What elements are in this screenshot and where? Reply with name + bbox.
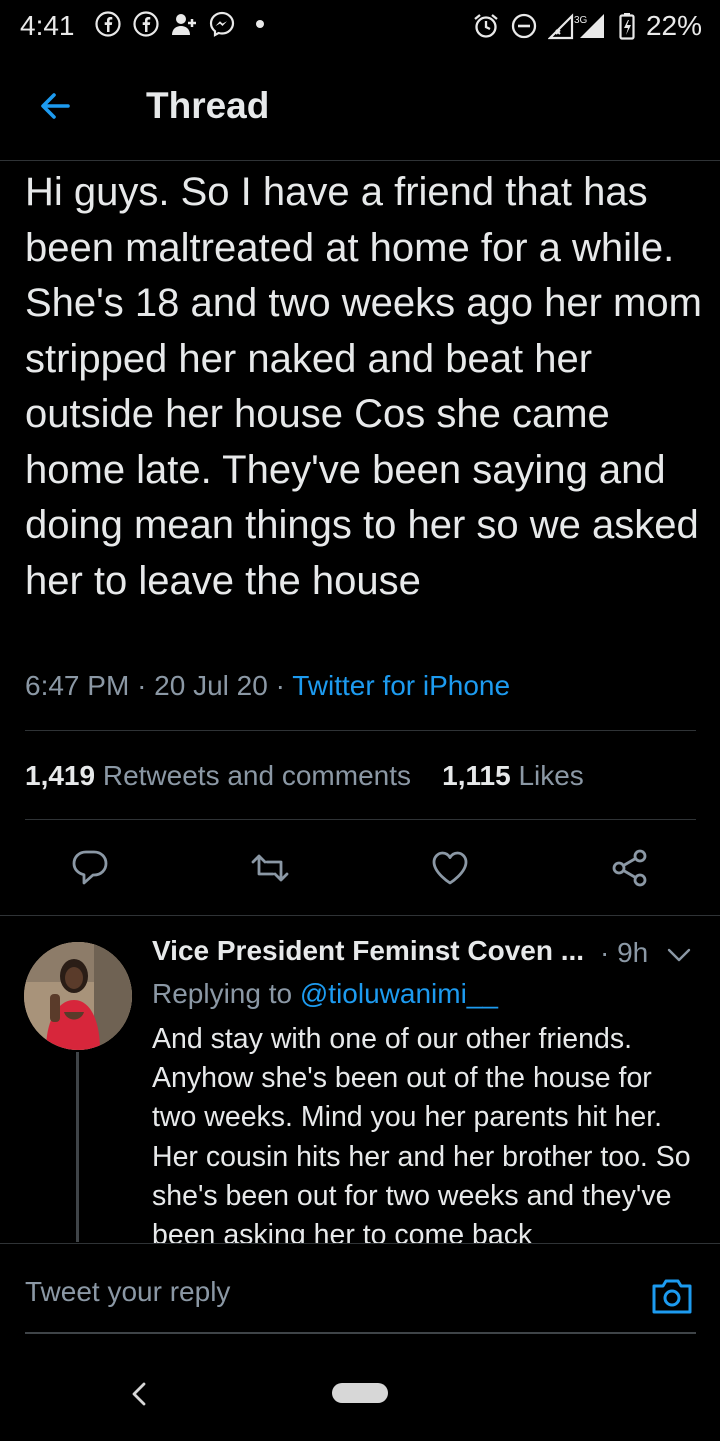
tweet-meta: 6:47 PM · 20 Jul 20 · Twitter for iPhone [25,670,510,702]
user-photo [24,942,132,1050]
tweet-reply-input[interactable] [25,1276,625,1308]
chevron-left-icon [132,1382,146,1406]
likes-count: 1,115 [442,760,511,791]
camera-icon [652,1279,692,1314]
reply-text: And stay with one of our other friends. … [152,1023,691,1243]
tweet-time: 6:47 PM [25,670,130,701]
divider [25,730,696,731]
meta-separator: · [275,670,293,701]
reply-age: 9h [617,937,649,968]
retweets-count: 1,419 [25,760,96,791]
reply-author-name[interactable]: Vice President Feminst Coven ... [152,935,584,967]
like-button[interactable] [430,848,470,888]
comment-icon [72,850,108,885]
reply-composer [0,1243,720,1441]
replying-to: Replying to @tioluwanimi__ [152,978,498,1010]
thread-connector-line [76,1052,79,1242]
tweet-text: Hi guys. So I have a friend that has bee… [25,170,702,603]
reply-button[interactable] [70,848,110,888]
replying-prefix: Replying to [152,978,293,1009]
tweet-stats: 1,419 Retweets and comments 1,115 Likes [25,760,584,792]
chevron-down-icon [667,948,691,962]
more-options-button[interactable] [666,942,692,968]
retweet-icon [251,854,289,882]
share-button[interactable] [610,848,650,888]
retweets-stat[interactable]: 1,419 Retweets and comments [25,760,411,791]
likes-label: Likes [518,760,584,791]
nav-back-button[interactable] [126,1378,154,1410]
share-icon [612,849,647,887]
composer-underline [25,1332,696,1334]
retweets-label: Retweets and comments [102,760,411,791]
retweet-button[interactable] [250,848,290,888]
camera-button[interactable] [650,1274,694,1318]
thread-scroll-area[interactable]: Hi guys. So I have a friend that has bee… [0,0,720,1243]
replying-handle-link[interactable]: @tioluwanimi__ [300,978,498,1009]
divider [25,819,696,820]
divider [0,915,720,916]
meta-separator: · [137,670,155,701]
tweet-date: 20 Jul 20 [154,670,268,701]
likes-stat[interactable]: 1,115 Likes [442,760,584,791]
reply-timestamp: · 9h [600,937,649,968]
nav-home-pill[interactable] [332,1383,388,1403]
avatar[interactable] [24,942,132,1050]
heart-icon [432,851,468,885]
tweet-source-link[interactable]: Twitter for iPhone [292,670,510,701]
